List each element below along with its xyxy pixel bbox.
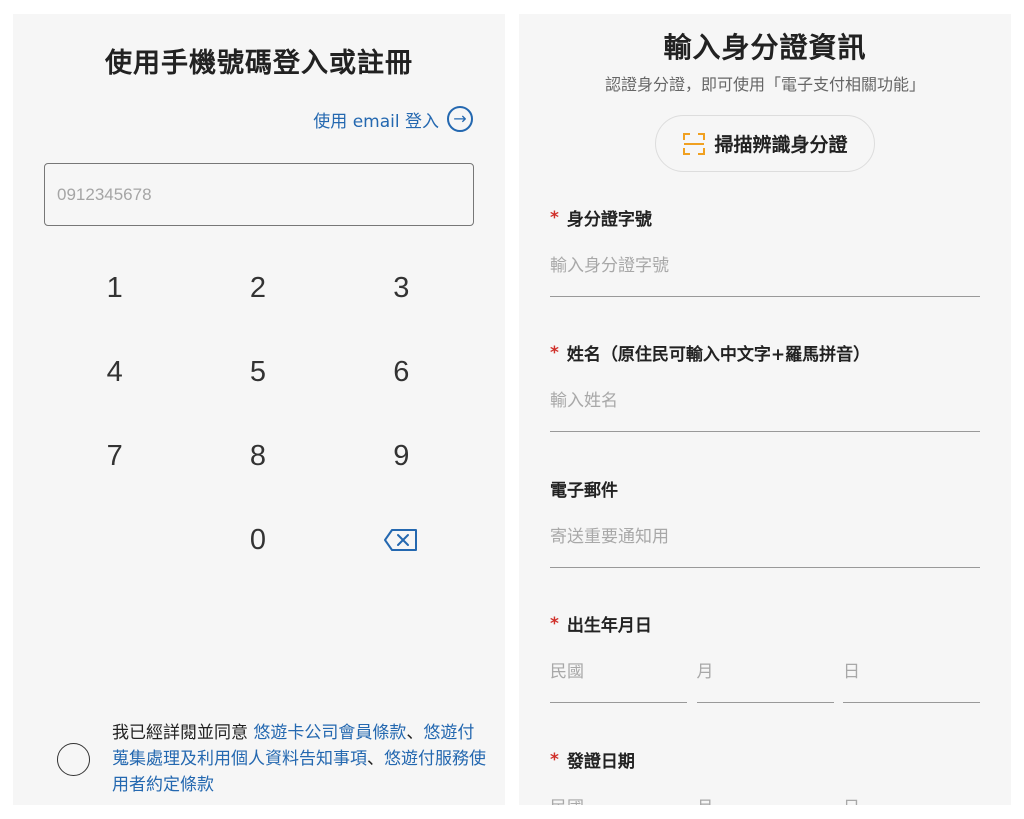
- id-number-input[interactable]: [550, 249, 980, 297]
- issue-year-input[interactable]: [550, 791, 687, 805]
- agreement-prefix: 我已經詳閱並同意: [112, 723, 254, 743]
- key-6[interactable]: 6: [330, 330, 473, 414]
- backspace-icon: [384, 529, 418, 551]
- key-0[interactable]: 0: [186, 498, 329, 582]
- issue-month-input[interactable]: [696, 791, 834, 805]
- arrow-right-icon: →: [447, 106, 473, 132]
- phone-number-input[interactable]: [44, 163, 474, 226]
- issue-date-label: 發證日期: [566, 752, 635, 772]
- phone-login-panel: 使用手機號碼登入或註冊 使用 email 登入 → 1 2 3 4 5 6 7 …: [13, 14, 505, 805]
- terms-link-member[interactable]: 悠遊卡公司會員條款: [253, 723, 406, 743]
- agree-radio[interactable]: [57, 742, 90, 776]
- key-2[interactable]: 2: [186, 246, 329, 330]
- birth-date-label: 出生年月日: [566, 616, 652, 636]
- agreement-row: 我已經詳閱並同意 悠遊卡公司會員條款、悠遊付蒐集處理及利用個人資料告知事項、悠遊…: [57, 720, 487, 798]
- issue-day-input[interactable]: [843, 791, 980, 805]
- email-input[interactable]: [550, 520, 980, 568]
- key-8[interactable]: 8: [186, 414, 329, 498]
- id-number-label: 身分證字號: [566, 210, 652, 230]
- email-login-link[interactable]: 使用 email 登入 →: [313, 106, 473, 132]
- key-3[interactable]: 3: [330, 246, 473, 330]
- email-login-label: 使用 email 登入: [313, 111, 439, 132]
- key-5[interactable]: 5: [186, 330, 329, 414]
- id-info-panel: 輸入身分證資訊 認證身分證，即可使用「電子支付相關功能」 掃描辨識身分證 * 身分…: [519, 14, 1011, 805]
- email-field: 電子郵件: [550, 476, 980, 568]
- scan-frame-icon: [683, 132, 706, 155]
- page-title: 輸入身分證資訊: [663, 31, 867, 64]
- name-label: 姓名（原住民可輸入中文字+羅馬拼音）: [566, 345, 871, 365]
- page-subtitle: 認證身分證，即可使用「電子支付相關功能」: [604, 75, 925, 94]
- name-field: * 姓名（原住民可輸入中文字+羅馬拼音）: [550, 340, 980, 432]
- issue-date-row: [550, 791, 980, 805]
- email-label: 電子郵件: [550, 481, 618, 501]
- key-1[interactable]: 1: [43, 246, 186, 330]
- key-empty: [43, 498, 186, 582]
- agreement-sep-2: 、: [367, 749, 384, 769]
- agreement-sep-1: 、: [406, 723, 424, 743]
- birth-date-field: * 出生年月日: [550, 611, 980, 703]
- birth-date-row: [550, 655, 980, 703]
- required-mark: *: [550, 207, 559, 228]
- birth-day-input[interactable]: [843, 655, 980, 703]
- scan-id-label: 掃描辨識身分證: [714, 134, 848, 156]
- required-mark: *: [550, 749, 559, 770]
- id-number-field: * 身分證字號: [550, 205, 980, 297]
- backspace-key[interactable]: [330, 498, 473, 582]
- key-4[interactable]: 4: [43, 330, 186, 414]
- agreement-text: 我已經詳閱並同意 悠遊卡公司會員條款、悠遊付蒐集處理及利用個人資料告知事項、悠遊…: [112, 720, 487, 798]
- numeric-keypad: 1 2 3 4 5 6 7 8 9 0: [43, 246, 473, 582]
- scan-id-button[interactable]: 掃描辨識身分證: [655, 115, 875, 172]
- page-title: 使用手機號碼登入或註冊: [105, 48, 413, 79]
- key-9[interactable]: 9: [330, 414, 473, 498]
- birth-month-input[interactable]: [696, 655, 834, 703]
- birth-year-input[interactable]: [550, 655, 687, 703]
- issue-date-field: * 發證日期: [550, 747, 980, 805]
- name-input[interactable]: [550, 384, 980, 432]
- key-7[interactable]: 7: [43, 414, 186, 498]
- required-mark: *: [550, 342, 559, 363]
- required-mark: *: [550, 613, 559, 634]
